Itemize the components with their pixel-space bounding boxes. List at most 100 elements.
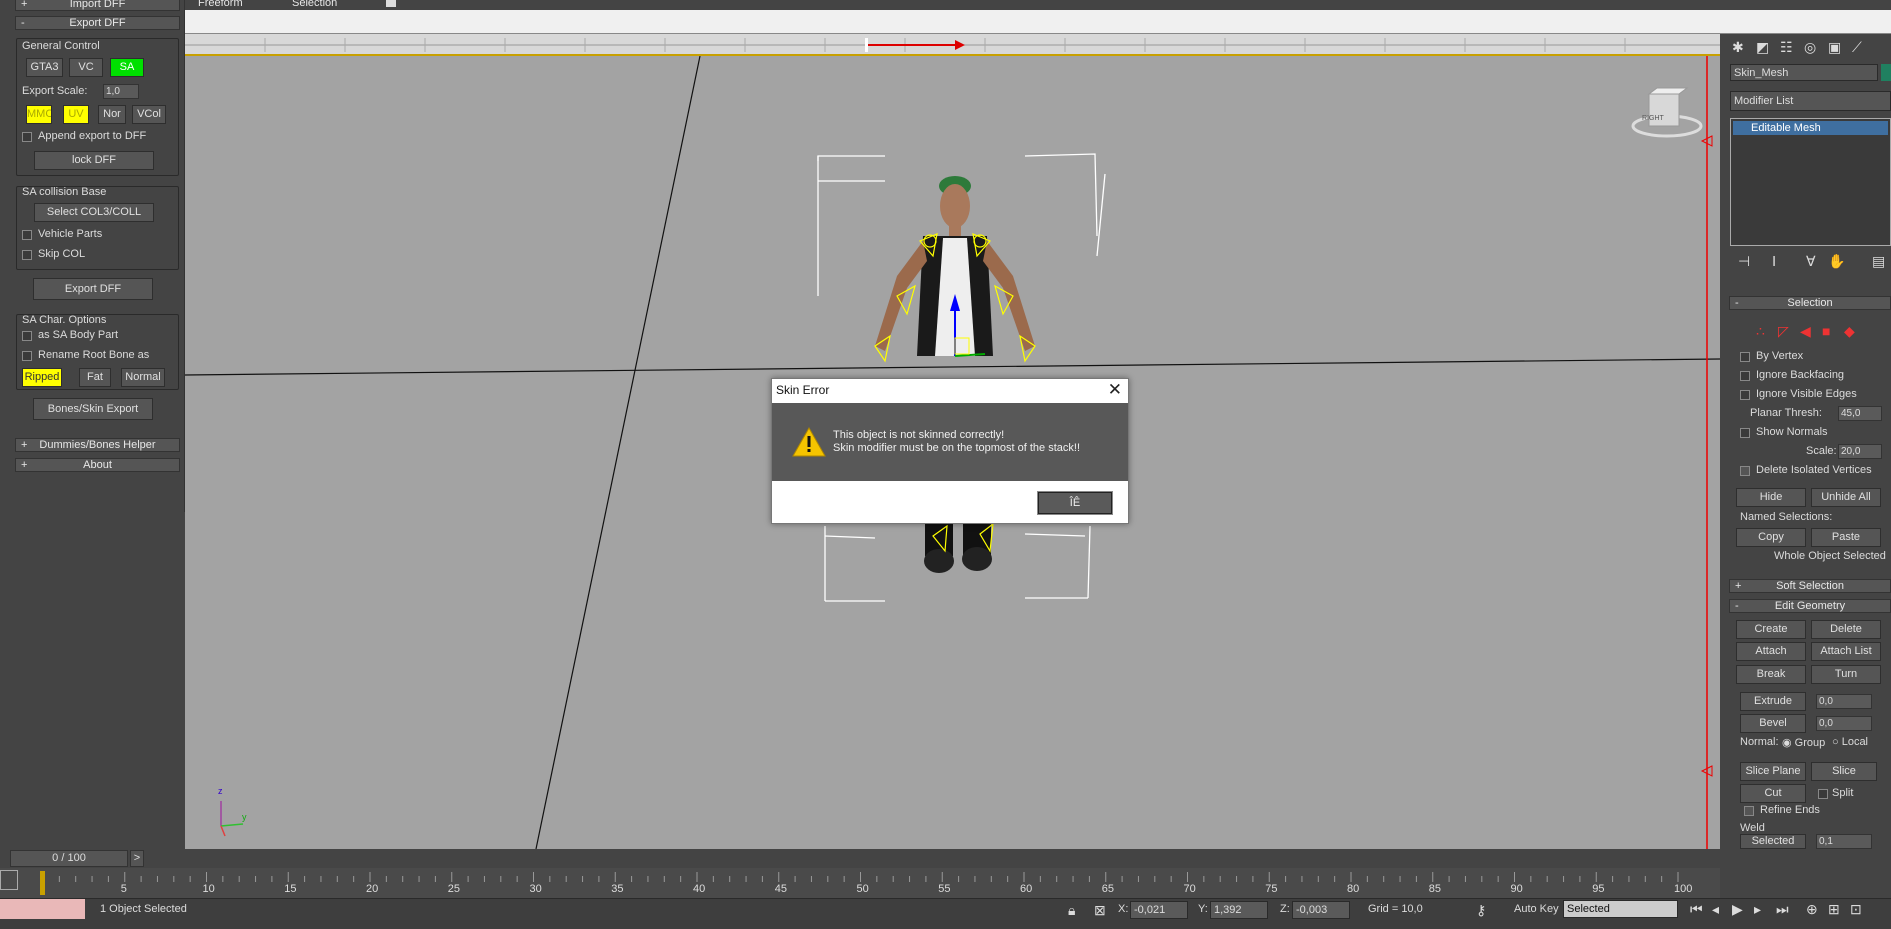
vc-button[interactable]: VC [69, 58, 103, 77]
go-to-end-icon[interactable]: ⏭ [1776, 902, 1789, 916]
bevel-button[interactable]: Bevel [1740, 714, 1806, 733]
planar-thresh-spinner[interactable]: 45,0 [1838, 406, 1882, 421]
gta3-button[interactable]: GTA3 [26, 58, 63, 77]
lock-selection-icon[interactable]: 🔒︎ [1068, 903, 1075, 917]
split-checkbox[interactable] [1818, 789, 1828, 799]
rollout-about[interactable]: + About [15, 458, 180, 472]
time-slider-thumb[interactable]: 0 / 100 [10, 850, 128, 867]
zoom-all-icon[interactable]: ⊞ [1828, 902, 1840, 916]
object-name-field[interactable]: Skin_Mesh [1730, 64, 1878, 81]
key-filter-dropdown[interactable]: Selected [1563, 900, 1678, 918]
rename-root-bone-checkbox[interactable] [22, 351, 32, 361]
ignore-visible-edges-checkbox[interactable] [1740, 390, 1750, 400]
create-button[interactable]: Create [1736, 620, 1806, 639]
lock-dff-button[interactable]: lock DFF [34, 151, 154, 170]
turn-button[interactable]: Turn [1811, 665, 1881, 684]
sa-body-part-checkbox[interactable] [22, 331, 32, 341]
display-tab-icon[interactable]: ▣ [1828, 40, 1841, 54]
zoom-icon[interactable]: ⊕ [1806, 902, 1818, 916]
extrude-spinner[interactable]: 0,0 [1816, 694, 1872, 709]
paste-button[interactable]: Paste [1811, 528, 1881, 547]
go-to-start-icon[interactable]: ⏮ [1690, 902, 1703, 916]
key-icon[interactable]: ⚷ [1476, 903, 1486, 917]
make-unique-icon[interactable]: ∀ [1806, 254, 1816, 268]
local-radio[interactable]: ○ Local [1832, 736, 1868, 748]
append-export-checkbox[interactable] [22, 132, 32, 142]
hide-button[interactable]: Hide [1736, 488, 1806, 507]
rollout-export-dff[interactable]: - Export DFF [15, 16, 180, 30]
track-bar[interactable] [185, 34, 1720, 56]
delete-isolated-checkbox[interactable] [1740, 466, 1750, 476]
absolute-mode-icon[interactable]: ⊠ [1094, 903, 1106, 917]
show-normals-checkbox[interactable] [1740, 428, 1750, 438]
selection-tab[interactable]: Selection [292, 0, 337, 9]
maximize-viewport-icon[interactable]: ⊡ [1850, 902, 1862, 916]
slice-plane-button[interactable]: Slice Plane [1740, 762, 1806, 781]
vertex-mode-icon[interactable]: ∴ [1756, 324, 1765, 338]
remove-modifier-icon[interactable]: ✋ [1828, 254, 1845, 268]
face-mode-icon[interactable]: ◀ [1800, 324, 1811, 338]
uv-button[interactable]: UV [63, 105, 89, 124]
freeform-tab[interactable]: Freeform [198, 0, 243, 9]
rollout-import-dff[interactable]: + Import DFF [15, 0, 180, 11]
rollout-dummies-bones[interactable]: + Dummies/Bones Helper [15, 438, 180, 452]
play-icon[interactable]: ▶ [1732, 902, 1743, 916]
element-mode-icon[interactable]: ◆ [1844, 324, 1855, 338]
close-icon[interactable]: ✕ [1108, 380, 1122, 400]
create-tab-icon[interactable]: ✱ [1732, 40, 1744, 54]
by-vertex-checkbox[interactable] [1740, 352, 1750, 362]
cut-button[interactable]: Cut [1740, 784, 1806, 803]
next-frame-button[interactable]: > [130, 850, 144, 867]
hierarchy-tab-icon[interactable]: ☷ [1780, 40, 1793, 54]
normal-button[interactable]: Normal [121, 368, 165, 387]
copy-button[interactable]: Copy [1736, 528, 1806, 547]
vehicle-parts-checkbox[interactable] [22, 230, 32, 240]
attach-button[interactable]: Attach [1736, 642, 1806, 661]
stack-item-editable-mesh[interactable]: Editable Mesh [1733, 121, 1888, 135]
time-slider[interactable]: 0 / 100 > [0, 849, 1720, 868]
export-scale-spinner[interactable]: 1,0 [103, 84, 139, 99]
pin-stack-icon[interactable]: ⊣ [1738, 254, 1750, 268]
modify-tab-icon[interactable]: ◩ [1756, 40, 1769, 54]
unhide-all-button[interactable]: Unhide All [1811, 488, 1881, 507]
bevel-spinner[interactable]: 0,0 [1816, 716, 1872, 731]
vcol-button[interactable]: VCol [132, 105, 166, 124]
skip-col-checkbox[interactable] [22, 250, 32, 260]
dropdown-icon[interactable] [386, 0, 396, 7]
maxscript-listener-mini[interactable] [0, 899, 85, 919]
timeline-ruler[interactable]: 5 10 15 20 25 30 35 40 45 50 55 60 65 70 75 80 85 90 95 100 [0, 868, 1720, 898]
y-coordinate-field[interactable]: 1,392 [1210, 901, 1268, 919]
group-radio[interactable]: ◉ Group [1782, 736, 1825, 749]
nor-button[interactable]: Nor [98, 105, 126, 124]
select-col-button[interactable]: Select COL3/COLL [34, 203, 154, 222]
weld-threshold-spinner[interactable]: 0,1 [1816, 834, 1872, 849]
mmc-button[interactable]: MMC [26, 105, 52, 124]
modifier-list-dropdown[interactable]: Modifier List [1730, 91, 1891, 111]
bones-skin-export-button[interactable]: Bones/Skin Export [33, 398, 153, 420]
break-button[interactable]: Break [1736, 665, 1806, 684]
export-dff-button[interactable]: Export DFF [33, 278, 153, 300]
show-end-result-icon[interactable]: Ⅰ [1772, 254, 1776, 268]
auto-key-button[interactable]: Auto Key [1514, 903, 1559, 915]
utilities-tab-icon[interactable]: ⟋ [1852, 40, 1862, 54]
weld-selected-button[interactable]: Selected [1740, 834, 1806, 849]
refine-ends-checkbox[interactable] [1744, 806, 1754, 816]
object-color-swatch[interactable] [1881, 64, 1891, 81]
ripped-button[interactable]: Ripped [22, 368, 62, 387]
edge-mode-icon[interactable]: ◸ [1778, 324, 1789, 338]
ignore-backfacing-checkbox[interactable] [1740, 371, 1750, 381]
rollout-selection[interactable]: - Selection [1729, 296, 1891, 310]
slice-button[interactable]: Slice [1811, 762, 1877, 781]
rollout-edit-geometry[interactable]: - Edit Geometry [1729, 599, 1891, 613]
extrude-button[interactable]: Extrude [1740, 692, 1806, 711]
motion-tab-icon[interactable]: ◎ [1804, 40, 1816, 54]
next-frame-icon[interactable]: ▸ [1754, 902, 1761, 916]
attach-list-button[interactable]: Attach List [1811, 642, 1881, 661]
polygon-mode-icon[interactable]: ■ [1822, 324, 1830, 338]
x-coordinate-field[interactable]: -0,021 [1130, 901, 1188, 919]
z-coordinate-field[interactable]: -0,003 [1292, 901, 1350, 919]
rollout-soft-selection[interactable]: + Soft Selection [1729, 579, 1891, 593]
scale-spinner[interactable]: 20,0 [1838, 444, 1882, 459]
configure-sets-icon[interactable]: ▤ [1872, 254, 1885, 268]
ok-button[interactable]: ÎÊ [1037, 491, 1113, 515]
